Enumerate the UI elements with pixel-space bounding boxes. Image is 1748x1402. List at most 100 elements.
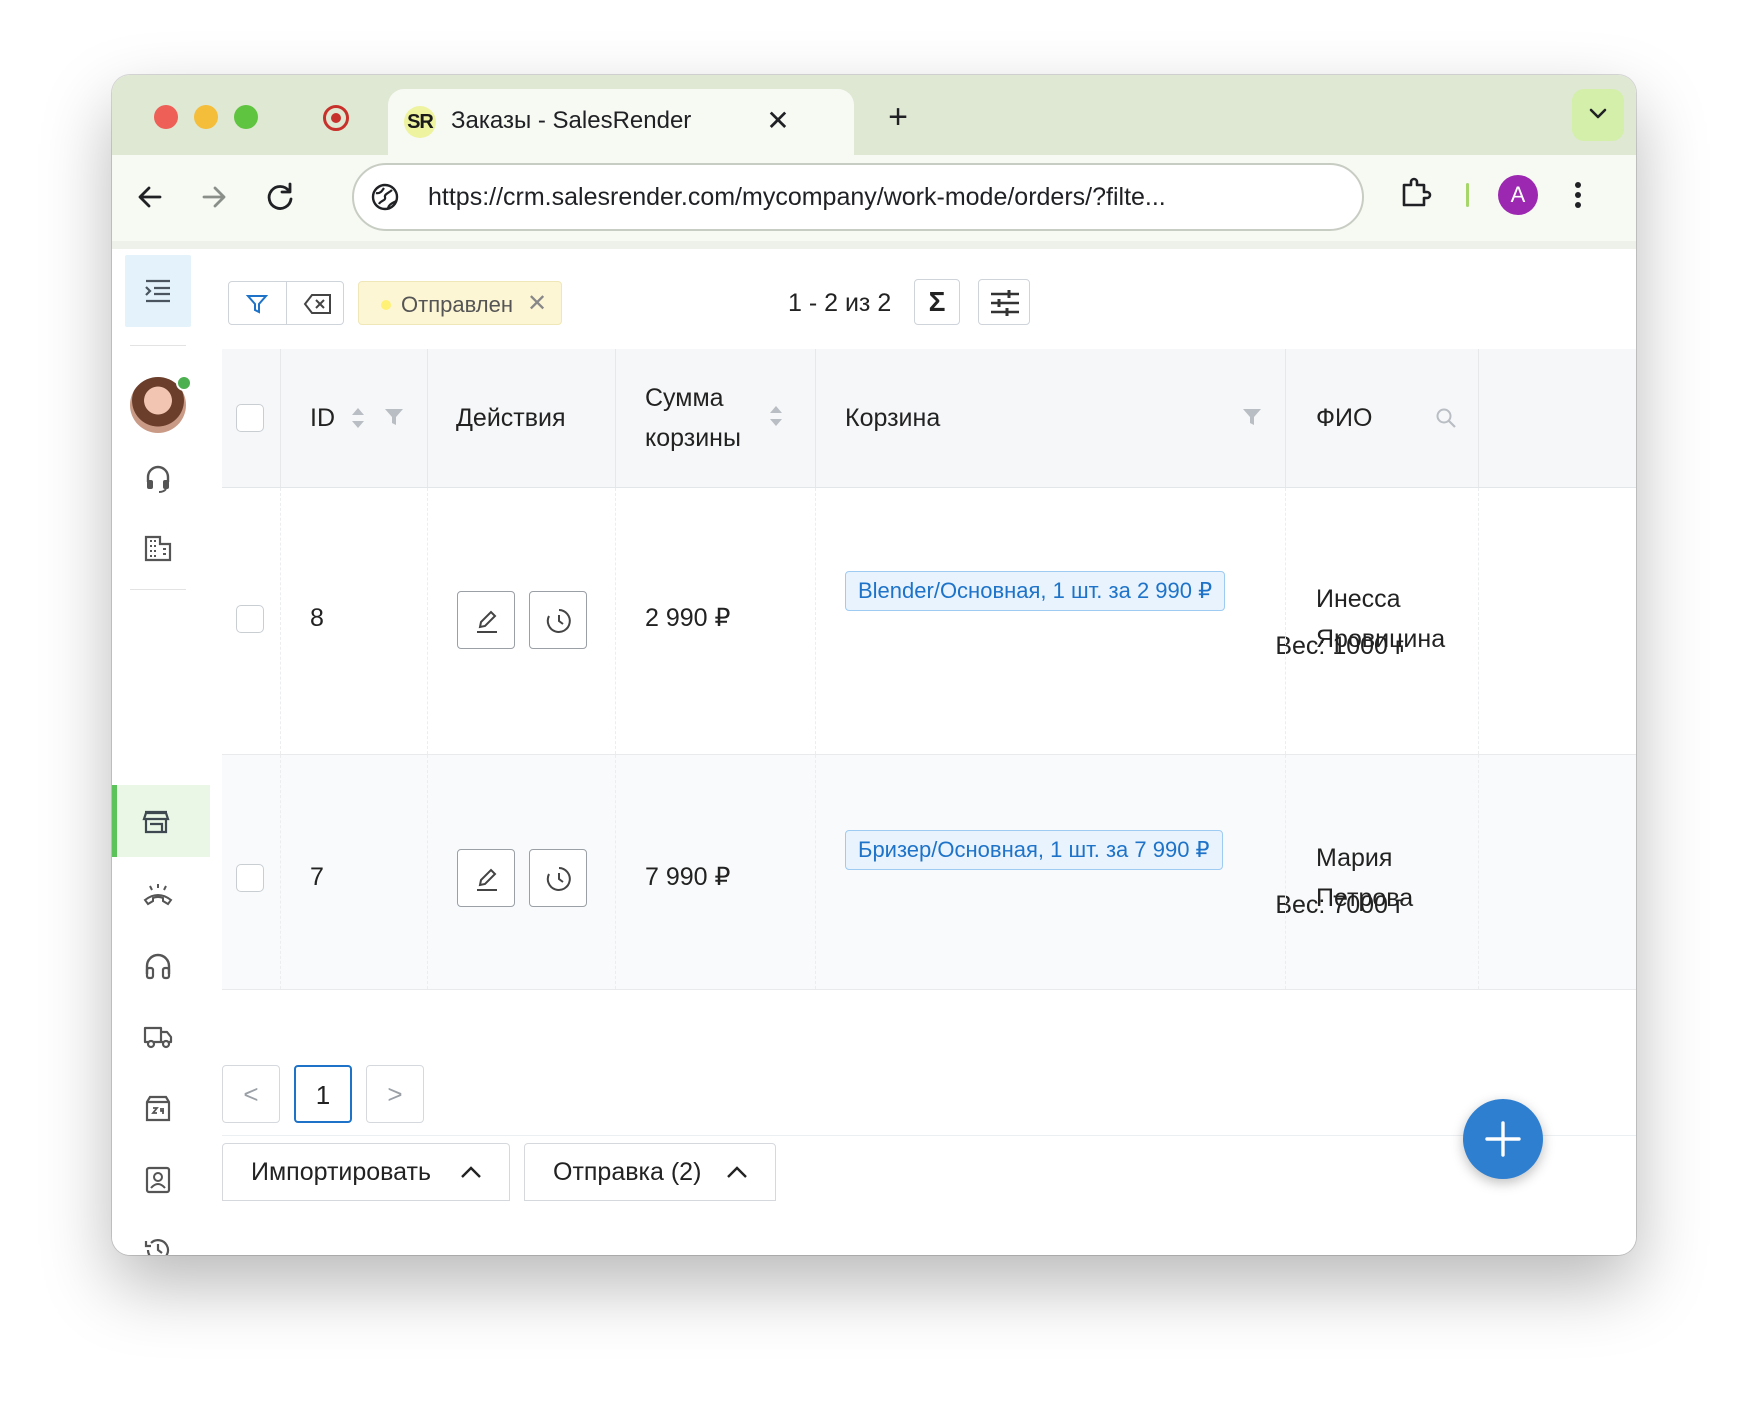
order-history-button[interactable] [529, 591, 587, 649]
order-history-button[interactable] [529, 849, 587, 907]
url-text: https://crm.salesrender.com/mycompany/wo… [428, 183, 1166, 211]
site-info-icon[interactable] [370, 182, 400, 212]
column-filter-icon[interactable] [1242, 408, 1262, 426]
column-divider [280, 349, 281, 487]
minimize-window-button[interactable] [194, 105, 218, 129]
cell-divider [815, 755, 816, 989]
store-24-icon [145, 1095, 171, 1122]
status-filter-chip[interactable]: Отправлен ✕ [358, 281, 562, 325]
browser-window: SR Заказы - SalesRender ✕ + https://crm.… [112, 75, 1636, 1255]
send-label: Отправка (2) [553, 1158, 702, 1186]
chevron-up-icon [727, 1166, 747, 1178]
building-icon [144, 535, 172, 562]
cell-divider [615, 755, 616, 989]
chip-close-icon[interactable]: ✕ [527, 289, 547, 318]
favicon-icon: SR [404, 106, 436, 138]
menu-indent-icon [145, 279, 170, 303]
column-divider [1285, 349, 1286, 487]
row-checkbox[interactable] [236, 605, 264, 633]
column-filter-icon[interactable] [384, 408, 404, 426]
cart-sum: 2 990 ₽ [645, 604, 731, 632]
new-tab-button[interactable]: + [878, 97, 918, 137]
app-sidebar [112, 249, 211, 1255]
maximize-window-button[interactable] [234, 105, 258, 129]
chevron-up-icon [461, 1166, 481, 1178]
filter-controls [228, 281, 344, 325]
sidebar-item-warehouse[interactable] [125, 1075, 191, 1141]
column-header-cart: Корзина [845, 404, 941, 432]
column-header-id[interactable]: ID [310, 398, 335, 438]
sidebar-item-calls[interactable] [125, 861, 191, 927]
import-button[interactable]: Импортировать [222, 1143, 510, 1201]
search-icon[interactable] [1435, 407, 1457, 429]
column-divider [427, 349, 428, 487]
cell-divider [615, 488, 616, 754]
sidebar-item-delivery[interactable] [125, 1003, 191, 1069]
cell-divider [1478, 488, 1479, 754]
profile-avatar[interactable]: A [1498, 175, 1538, 215]
row-checkbox[interactable] [236, 864, 264, 892]
chevron-down-icon [1589, 108, 1607, 119]
reload-icon[interactable] [258, 175, 302, 219]
edit-order-button[interactable] [457, 849, 515, 907]
column-header-name: ФИО [1316, 404, 1373, 432]
tab-close-icon[interactable]: ✕ [758, 101, 798, 141]
cell-divider [427, 488, 428, 754]
tab-search-button[interactable] [1572, 89, 1624, 141]
add-order-button[interactable] [1463, 1099, 1543, 1179]
clear-filters-button[interactable] [287, 282, 344, 324]
sort-icon[interactable] [768, 403, 784, 429]
orders-page: Отправлен ✕ 1 - 2 из 2 Σ ID Действия Сум… [210, 249, 1636, 1255]
record-icon[interactable] [323, 105, 349, 131]
column-divider [815, 349, 816, 487]
sidebar-toggle-button[interactable] [125, 255, 191, 327]
sidebar-item-company[interactable] [125, 515, 191, 581]
contact-card-icon [145, 1166, 171, 1194]
totals-button[interactable]: Σ [914, 279, 960, 325]
column-header-sum-line2[interactable]: корзины [645, 418, 741, 458]
next-page-button[interactable]: > [366, 1065, 424, 1123]
tab-orders[interactable]: SR Заказы - SalesRender ✕ [388, 89, 854, 155]
filter-button[interactable] [229, 282, 286, 324]
sidebar-item-operator[interactable] [125, 445, 191, 511]
bottom-divider [222, 1135, 1636, 1136]
column-header-sum[interactable]: Сумма [645, 378, 724, 418]
sort-icon[interactable] [350, 405, 366, 431]
sidebar-item-history[interactable] [125, 1217, 191, 1255]
sidebar-divider [130, 345, 186, 346]
customer-name: Инесса [1316, 585, 1401, 613]
forward-arrow-icon[interactable] [192, 175, 236, 219]
customer-surname: Яровицина [1316, 625, 1446, 653]
edit-order-button[interactable] [457, 591, 515, 649]
table-row[interactable]: 7 7 990 ₽ Бризер/Основная, 1 шт. за 7 99… [222, 755, 1636, 990]
order-id: 8 [310, 604, 324, 632]
history-icon [144, 1239, 170, 1255]
more-menu-icon[interactable] [1566, 173, 1590, 217]
close-window-button[interactable] [154, 105, 178, 129]
sidebar-item-contacts[interactable] [125, 1147, 191, 1213]
edit-icon [477, 868, 497, 891]
cart-item-tag[interactable]: Blender/Основная, 1 шт. за 2 990 ₽ [845, 571, 1226, 611]
cart-item-tag[interactable]: Бризер/Основная, 1 шт. за 7 990 ₽ [845, 830, 1223, 870]
extensions-icon[interactable] [1394, 171, 1438, 215]
sidebar-item-support[interactable] [125, 933, 191, 999]
address-bar[interactable]: https://crm.salesrender.com/mycompany/wo… [352, 163, 1364, 231]
store-icon [142, 810, 170, 834]
history-icon [546, 867, 571, 891]
select-all-checkbox[interactable] [236, 404, 264, 432]
columns-settings-button[interactable] [978, 279, 1030, 325]
back-arrow-icon[interactable] [128, 175, 172, 219]
cell-divider [427, 755, 428, 989]
cell-divider [280, 488, 281, 754]
truck-icon [143, 1026, 173, 1049]
cell-divider [280, 755, 281, 989]
prev-page-button[interactable]: < [222, 1065, 280, 1123]
online-status-icon [176, 375, 192, 391]
page-1-button[interactable]: 1 [294, 1065, 352, 1123]
cell-divider [815, 488, 816, 754]
sidebar-item-orders[interactable] [112, 785, 210, 857]
send-button[interactable]: Отправка (2) [524, 1143, 776, 1201]
tab-strip: SR Заказы - SalesRender ✕ + [112, 75, 1636, 155]
customer-surname: Петрова [1316, 884, 1414, 912]
table-row[interactable]: 8 2 990 ₽ Blender/Основная, 1 шт. за 2 9… [222, 488, 1636, 755]
